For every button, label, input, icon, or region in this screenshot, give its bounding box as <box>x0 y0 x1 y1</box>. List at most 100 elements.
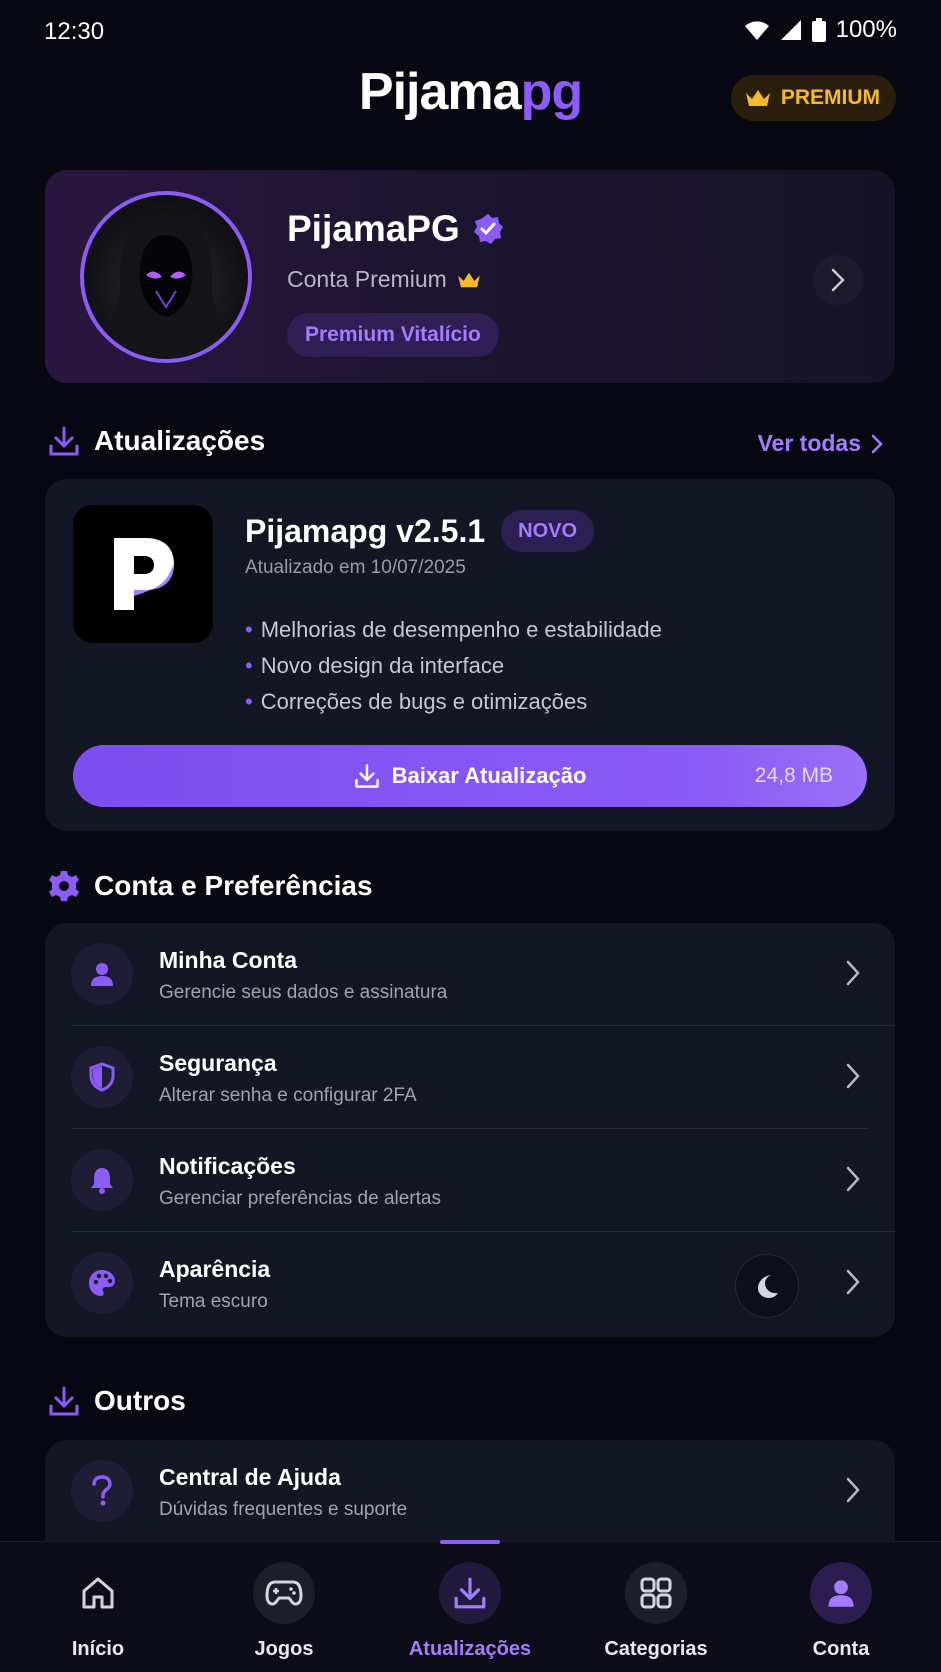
row-title: Aparência <box>159 1256 271 1282</box>
palette-icon <box>89 1270 115 1296</box>
nav-label: Conta <box>812 1638 870 1660</box>
chevron-right-icon <box>846 1269 860 1295</box>
premium-label: PREMIUM <box>780 86 880 109</box>
row-subtitle: Gerencie seus dados e assinatura <box>159 982 448 1003</box>
list-item: • Novo design da interface <box>245 653 505 678</box>
settings-card: Minha Conta Gerencie seus dados e assina… <box>45 923 895 1337</box>
nav-icon-wrap <box>253 1562 315 1624</box>
wifi-icon <box>744 21 769 40</box>
download-size: 24,8 MB <box>754 764 833 787</box>
download-icon <box>454 1577 486 1609</box>
logo-accent: pg <box>520 63 584 121</box>
settings-section-title: Conta e Preferências <box>48 870 373 902</box>
app-icon <box>73 505 213 643</box>
nav-icon-wrap <box>625 1562 687 1624</box>
download-icon <box>354 764 379 788</box>
profile-name: PijamaPG <box>287 208 460 249</box>
row-subtitle: Tema escuro <box>159 1291 268 1312</box>
bell-icon-wrap <box>71 1149 133 1211</box>
moon-icon <box>758 1275 778 1298</box>
download-icon <box>49 426 79 456</box>
battery-icon <box>811 18 826 42</box>
nav-label: Início <box>71 1638 125 1660</box>
row-subtitle: Dúvidas frequentes e suporte <box>159 1499 408 1520</box>
updates-title: Atualizações <box>94 425 266 456</box>
verified-icon <box>473 214 503 244</box>
nav-item-home[interactable]: Início <box>8 1542 188 1672</box>
gear-icon <box>49 871 79 901</box>
chevron-right-icon <box>871 434 883 453</box>
update-app-title: Pijamapg v2.5.1 <box>245 512 486 549</box>
chevron-right-icon <box>831 268 845 292</box>
update-note: Correções de bugs e otimizações <box>260 689 588 714</box>
user-icon-wrap <box>71 943 133 1005</box>
help-icon-wrap <box>71 1460 133 1522</box>
nav-item-updates[interactable]: Atualizações <box>380 1542 560 1672</box>
list-item: • Melhorias de desempenho e estabilidade <box>245 617 662 642</box>
signal-icon <box>780 20 801 40</box>
row-title: Minha Conta <box>159 947 297 973</box>
avatar[interactable] <box>80 191 252 363</box>
bottom-nav: Início Jogos Atualizações Categorias Con… <box>0 1540 941 1672</box>
settings-title: Conta e Preferências <box>94 870 373 901</box>
status-time: 12:30 <box>44 18 105 45</box>
settings-row-security[interactable]: Segurança Alterar senha e configurar 2FA <box>45 1026 895 1129</box>
grid-icon <box>640 1577 672 1609</box>
row-title: Segurança <box>159 1050 277 1076</box>
profile-open-button[interactable] <box>813 255 863 305</box>
chevron-right-icon <box>846 1477 860 1503</box>
crown-icon <box>745 90 770 106</box>
nav-icon-wrap <box>67 1562 129 1624</box>
nav-label: Atualizações <box>408 1638 532 1660</box>
download-update-button[interactable]: Baixar Atualização 24,8 MB <box>73 745 867 807</box>
nav-item-categories[interactable]: Categorias <box>566 1542 746 1672</box>
shield-icon <box>89 1062 115 1092</box>
palette-icon-wrap <box>71 1252 133 1314</box>
update-date: Atualizado em 10/07/2025 <box>245 557 466 578</box>
row-title: Notificações <box>159 1153 296 1179</box>
row-title: Central de Ajuda <box>159 1464 341 1490</box>
download-label: Baixar Atualização <box>391 763 587 788</box>
gamepad-icon <box>265 1580 303 1606</box>
premium-badge-button[interactable]: PREMIUM <box>730 75 896 121</box>
logo-main: Pijama <box>358 63 522 121</box>
nav-label: Jogos <box>254 1638 314 1660</box>
download-icon <box>49 1386 79 1416</box>
update-title-row: Pijamapg v2.5.1 NOVO <box>245 510 595 552</box>
row-subtitle: Alterar senha e configurar 2FA <box>159 1085 417 1106</box>
nav-item-games[interactable]: Jogos <box>194 1542 374 1672</box>
chevron-right-icon <box>846 1166 860 1192</box>
crown-icon <box>457 272 480 287</box>
profile-subtitle-row: Conta Premium <box>287 266 481 293</box>
battery-percent: 100% <box>835 16 897 43</box>
see-all-link[interactable]: Ver todas <box>757 430 883 457</box>
pijamapg-logo-icon <box>114 538 174 610</box>
home-icon <box>82 1577 114 1609</box>
settings-row-my-account[interactable]: Minha Conta Gerencie seus dados e assina… <box>45 923 895 1026</box>
help-icon <box>92 1475 112 1506</box>
others-row-help-center[interactable]: Central de Ajuda Dúvidas frequentes e su… <box>45 1440 895 1543</box>
plan-badge: Premium Vitalício <box>287 313 499 357</box>
chevron-right-icon <box>846 1063 860 1089</box>
nav-item-account[interactable]: Conta <box>751 1542 931 1672</box>
chevron-right-icon <box>846 960 860 986</box>
updates-section-title: Atualizações <box>48 425 265 457</box>
hooded-figure-icon <box>92 213 240 359</box>
row-subtitle: Gerenciar preferências de alertas <box>159 1188 441 1209</box>
status-icons: 100% <box>744 16 897 44</box>
nav-label: Categorias <box>604 1638 708 1660</box>
nav-icon-wrap <box>439 1562 501 1624</box>
settings-row-notifications[interactable]: Notificações Gerenciar preferências de a… <box>45 1129 895 1232</box>
profile-subtitle: Conta Premium <box>287 266 447 292</box>
update-note: Novo design da interface <box>260 653 505 678</box>
profile-name-row: PijamaPG <box>287 208 504 250</box>
others-section-title: Outros <box>48 1385 186 1417</box>
update-notes: • Melhorias de desempenho e estabilidade … <box>245 612 662 720</box>
settings-row-appearance[interactable]: Aparência Tema escuro <box>45 1232 895 1335</box>
others-title: Outros <box>94 1385 186 1416</box>
shield-icon-wrap <box>71 1046 133 1108</box>
user-icon <box>91 963 113 986</box>
new-badge: NOVO <box>501 510 595 552</box>
bell-icon <box>91 1168 113 1194</box>
theme-toggle-button[interactable] <box>735 1254 799 1318</box>
